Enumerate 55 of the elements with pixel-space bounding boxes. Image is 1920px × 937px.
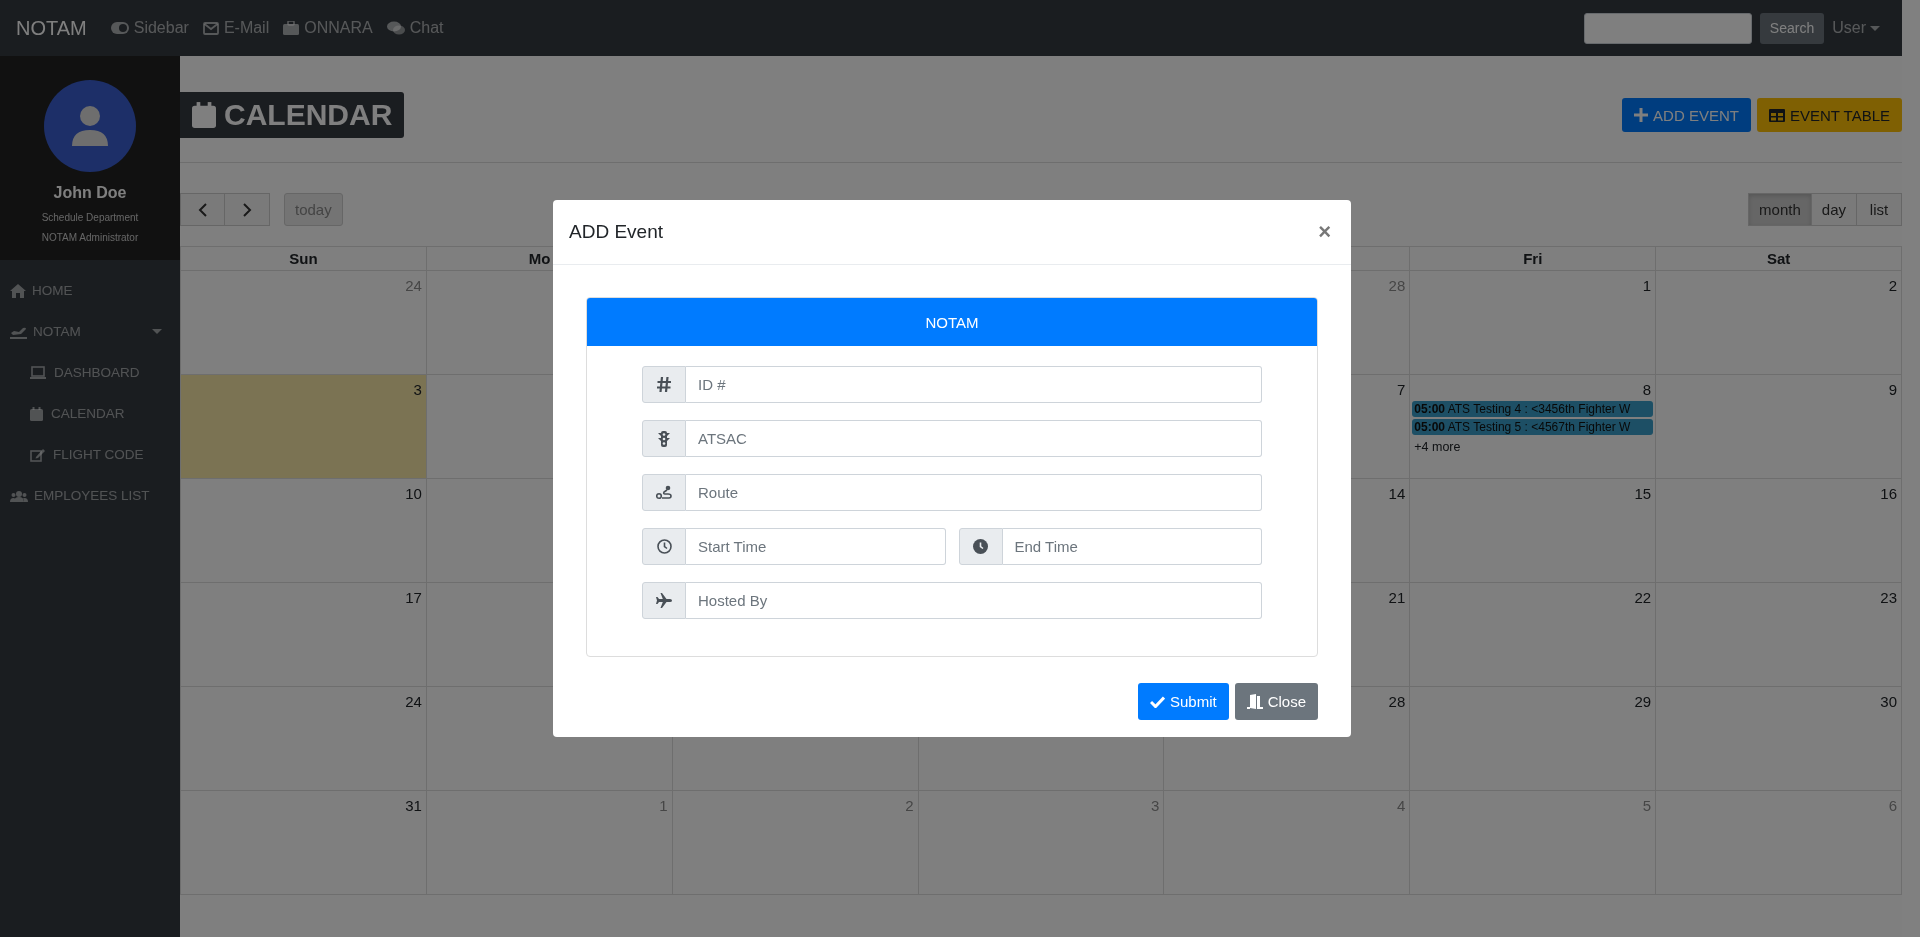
close-button[interactable]: ×	[1314, 219, 1335, 245]
input-field[interactable]: ATSAC	[686, 420, 1262, 457]
day-number: 22	[1634, 588, 1653, 606]
day-number: 23	[1880, 588, 1898, 606]
brand-link[interactable]: NOTAM	[16, 16, 87, 40]
day-number: 1	[1642, 276, 1653, 294]
event-table-button[interactable]: EVENT TABLE	[1756, 98, 1902, 132]
day-number: 2	[905, 796, 915, 814]
day-number: 3	[413, 380, 423, 398]
page-title: CALENDAR	[180, 92, 405, 138]
view-tab[interactable]: day	[1811, 193, 1857, 226]
day-number: 4	[1396, 796, 1407, 814]
weekday-header: Fri	[1410, 246, 1657, 271]
calendar-event[interactable]: 05:00 ATS Testing 5 : <4567th Fighter W	[1412, 419, 1654, 435]
input-field[interactable]: Route	[686, 474, 1262, 511]
day-number: 15	[1634, 484, 1653, 502]
day-number: 6	[1888, 796, 1898, 814]
input-field[interactable]: ID #	[686, 366, 1262, 403]
weekday-header: Sun	[181, 246, 427, 271]
user-name: John Doe	[53, 184, 127, 202]
input-field[interactable]: Hosted By	[686, 582, 1262, 619]
day-number: 17	[405, 588, 423, 606]
add-event-button[interactable]: ADD EVENT	[1622, 98, 1751, 132]
submit-button[interactable]: Submit	[1137, 683, 1229, 720]
card-header: NOTAM	[587, 298, 1317, 346]
day-number: 9	[1888, 380, 1898, 398]
day-number: 14	[1388, 484, 1407, 502]
day-number: 31	[405, 796, 423, 814]
day-number: 24	[405, 692, 423, 710]
view-tab[interactable]: list	[1857, 193, 1902, 226]
day-number: 2	[1888, 276, 1898, 294]
day-number: 10	[405, 484, 423, 502]
day-number: 7	[1396, 380, 1407, 398]
day-number: 1	[659, 796, 669, 814]
day-number: 29	[1634, 692, 1653, 710]
day-number: 3	[1151, 796, 1161, 814]
search-button[interactable]: Search	[1759, 12, 1825, 44]
input-field[interactable]: End Time	[1002, 528, 1262, 565]
day-number: 5	[1642, 796, 1653, 814]
weekday-header: Sat	[1656, 246, 1902, 271]
user-department: Schedule Department	[41, 211, 139, 225]
more-link[interactable]: +4 more	[1412, 440, 1461, 454]
input-field[interactable]: Start Time	[686, 528, 946, 565]
close-button[interactable]: Close	[1234, 683, 1318, 720]
modal-title: ADD Event	[569, 221, 663, 243]
day-number: 30	[1880, 692, 1898, 710]
day-number: 8	[1642, 380, 1653, 398]
calendar-event[interactable]: 05:00 ATS Testing 4 : <3456th Fighter W	[1412, 401, 1654, 417]
day-number: 24	[405, 276, 423, 294]
day-number: 28	[1388, 276, 1407, 294]
view-tab[interactable]: month	[1748, 193, 1812, 226]
day-number: 28	[1388, 692, 1407, 710]
day-number: 16	[1880, 484, 1898, 502]
day-number: 21	[1388, 588, 1407, 606]
user-role: NOTAM Administrator	[41, 231, 139, 245]
